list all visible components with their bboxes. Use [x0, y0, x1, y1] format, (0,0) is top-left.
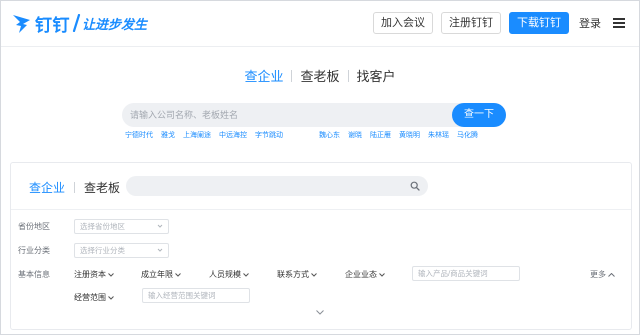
download-button[interactable]: 下载钉钉 — [509, 12, 569, 34]
hot-tag[interactable]: 魏心东 — [319, 130, 340, 140]
slogan-slash-icon — [72, 14, 81, 32]
search-button[interactable]: 查一下 — [452, 103, 506, 127]
filter-label: 人员规模 — [209, 270, 241, 279]
hot-tag[interactable]: 谢晓 — [348, 130, 362, 140]
hero-search-section: 查企业 查老板 找客户 请输入公司名称、老板姓名 查一下 宁德时代 雅戈 上海阑… — [1, 48, 639, 158]
hot-tag[interactable]: 黄晓明 — [399, 130, 420, 140]
search-icon[interactable] — [410, 181, 420, 191]
filter-label: 联系方式 — [277, 270, 309, 279]
join-meeting-button[interactable]: 加入会议 — [373, 12, 433, 34]
hot-tag[interactable]: 朱林瑶 — [428, 130, 449, 140]
panel-tab-boss[interactable]: 查老板 — [84, 179, 120, 196]
hot-tag[interactable]: 中远海控 — [219, 130, 247, 140]
expand-chevron-icon[interactable] — [316, 310, 324, 315]
filter-label: 企业业态 — [345, 270, 377, 279]
scope-placeholder: 输入经营范围关键词 — [148, 291, 216, 300]
dingtalk-bird-icon — [13, 15, 30, 33]
hot-tag[interactable]: 上海阑途 — [183, 130, 211, 140]
hot-tag[interactable]: 宁德时代 — [125, 130, 153, 140]
scope-keyword-input[interactable]: 输入经营范围关键词 — [142, 288, 250, 303]
hot-tag[interactable]: 雅戈 — [161, 130, 175, 140]
industry-label: 行业分类 — [18, 246, 50, 255]
chevron-down-icon — [108, 295, 114, 300]
panel-divider — [11, 209, 631, 210]
chevron-down-icon — [157, 248, 163, 252]
tab-customer[interactable]: 找客户 — [349, 66, 404, 85]
chevron-up-icon — [608, 272, 615, 277]
filter-staff-size[interactable]: 人员规模 — [209, 269, 249, 280]
filter-business-scope[interactable]: 经营范围 — [74, 292, 114, 303]
panel-tabs: 查企业 查老板 — [29, 179, 120, 196]
product-keyword-input[interactable]: 输入产品/商品关键词 — [412, 266, 520, 281]
hot-search-tags: 宁德时代 雅戈 上海阑途 中远海控 字节跳动 魏心东 谢晓 陆正雁 黄晓明 朱林… — [125, 130, 478, 140]
tab-boss[interactable]: 查老板 — [292, 66, 347, 85]
product-placeholder: 输入产品/商品关键词 — [418, 269, 488, 278]
filter-label: 成立年限 — [141, 270, 173, 279]
hero-search-input[interactable]: 请输入公司名称、老板姓名 查一下 — [122, 103, 506, 127]
filter-business-format[interactable]: 企业业态 — [345, 269, 385, 280]
menu-icon[interactable] — [613, 18, 625, 28]
region-select[interactable]: 选择省份地区 — [74, 219, 169, 234]
hero-tabs: 查企业 查老板 找客户 — [1, 66, 639, 85]
filter-contact[interactable]: 联系方式 — [277, 269, 317, 280]
filter-label: 注册资本 — [74, 270, 106, 279]
basic-info-label: 基本信息 — [18, 270, 50, 279]
panel-search-input[interactable] — [126, 176, 428, 196]
tab-company[interactable]: 查企业 — [236, 66, 291, 85]
chevron-down-icon — [108, 272, 114, 277]
filter-established-years[interactable]: 成立年限 — [141, 269, 181, 280]
industry-select[interactable]: 选择行业分类 — [74, 243, 169, 258]
login-link[interactable]: 登录 — [579, 15, 601, 31]
chevron-down-icon — [243, 272, 249, 277]
hot-tag[interactable]: 字节跳动 — [255, 130, 283, 140]
chevron-down-icon — [379, 272, 385, 277]
tab-divider — [74, 182, 76, 193]
region-placeholder: 选择省份地区 — [80, 222, 125, 231]
filter-registered-capital[interactable]: 注册资本 — [74, 269, 114, 280]
more-label: 更多 — [590, 270, 606, 279]
top-header: 钉钉 让进步发生 加入会议 注册钉钉 下载钉钉 登录 — [1, 1, 639, 47]
chevron-down-icon — [175, 272, 181, 277]
header-nav: 加入会议 注册钉钉 下载钉钉 登录 — [373, 12, 625, 34]
industry-placeholder: 选择行业分类 — [80, 246, 125, 255]
chevron-down-icon — [157, 224, 163, 228]
brand-name: 钉钉 — [35, 15, 70, 35]
search-placeholder: 请输入公司名称、老板姓名 — [130, 110, 239, 120]
dingtalk-logo[interactable]: 钉钉 让进步发生 — [12, 10, 147, 36]
brand-slogan: 让进步发生 — [82, 16, 148, 32]
hot-tag[interactable]: 马化腾 — [457, 130, 478, 140]
region-label: 省份地区 — [18, 222, 50, 231]
chevron-down-icon — [311, 272, 317, 277]
filter-label: 经营范围 — [74, 293, 106, 302]
hot-tag[interactable]: 陆正雁 — [370, 130, 391, 140]
more-filters-toggle[interactable]: 更多 — [590, 269, 615, 280]
register-button[interactable]: 注册钉钉 — [441, 12, 501, 34]
panel-tab-company[interactable]: 查企业 — [29, 179, 65, 196]
